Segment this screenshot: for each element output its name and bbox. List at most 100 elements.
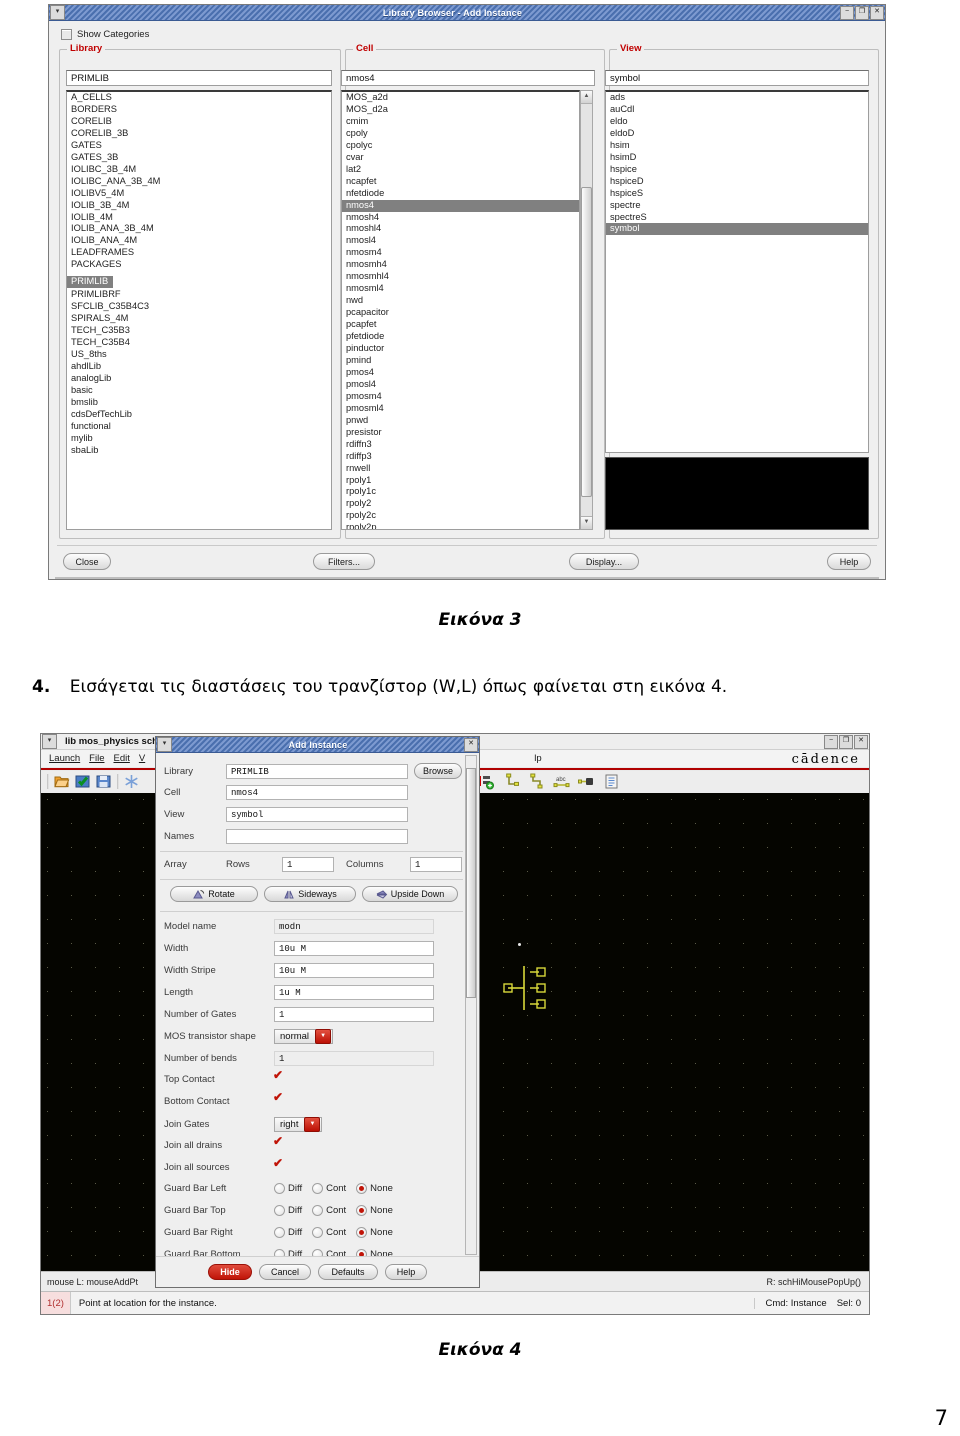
list-item[interactable]: basic <box>67 385 331 397</box>
list-item[interactable]: pcapfet <box>342 319 579 331</box>
list-item[interactable]: rpoly2p <box>342 522 579 529</box>
filters-button[interactable]: Filters... <box>313 553 375 570</box>
param-checkbox[interactable] <box>273 1090 290 1108</box>
add-instance-window-menu-icon[interactable]: ▾ <box>157 737 172 752</box>
add-instance-close-icon[interactable]: ✕ <box>464 737 478 752</box>
list-item[interactable]: eldo <box>606 116 868 128</box>
list-item[interactable]: pmosl4 <box>342 379 579 391</box>
snowflake-icon[interactable] <box>123 773 140 790</box>
sideways-button[interactable]: Sideways <box>264 886 356 902</box>
list-item[interactable]: nmosl4 <box>342 235 579 247</box>
radio-option[interactable]: Diff <box>274 1183 302 1194</box>
list-item[interactable]: IOLIB_ANA_3B_4M <box>67 223 331 235</box>
menu-help[interactable]: lp <box>534 753 541 764</box>
add-instance-scroll-thumb[interactable] <box>466 768 476 998</box>
list-item[interactable]: A_CELLS <box>67 92 331 104</box>
list-item[interactable]: lat2 <box>342 164 579 176</box>
list-item[interactable]: hsimD <box>606 152 868 164</box>
cell-list[interactable]: MOS_a2d MOS_d2a cmim cpoly cpolyc cvar lat2 nca… <box>341 90 580 530</box>
columns-input[interactable]: 1 <box>410 857 462 872</box>
schematic-minimize-icon[interactable]: − <box>824 734 838 749</box>
list-item[interactable]: rnwell <box>342 463 579 475</box>
param-input[interactable]: 1u M <box>274 985 434 1000</box>
list-item[interactable]: rpoly1c <box>342 486 579 498</box>
list-item[interactable]: hsim <box>606 140 868 152</box>
list-item[interactable]: hspiceD <box>606 176 868 188</box>
list-item[interactable]: mylib <box>67 433 331 445</box>
list-item[interactable]: symbol <box>606 223 868 236</box>
list-item[interactable]: IOLIB_3B_4M <box>67 200 331 212</box>
list-item[interactable]: pinductor <box>342 343 579 355</box>
rows-input[interactable]: 1 <box>282 857 334 872</box>
list-item[interactable]: GATES <box>67 140 331 152</box>
scroll-up-icon[interactable]: ▲ <box>581 91 592 104</box>
cell-list-scrollbar[interactable]: ▲ ▼ <box>580 90 593 530</box>
list-item[interactable]: cvar <box>342 152 579 164</box>
list-item[interactable]: IOLIB_ANA_4M <box>67 235 331 247</box>
library-list[interactable]: A_CELLS BORDERS CORELIB CORELIB_3B GATES GATE… <box>66 90 332 530</box>
list-item[interactable]: cdsDefTechLib <box>67 409 331 421</box>
maximize-icon[interactable]: ❐ <box>855 5 869 20</box>
list-item[interactable]: sbaLib <box>67 445 331 457</box>
param-combo[interactable]: normal ▼ <box>274 1029 334 1044</box>
list-item[interactable]: cmim <box>342 116 579 128</box>
hide-button[interactable]: Hide <box>208 1264 252 1280</box>
schematic-maximize-icon[interactable]: ❐ <box>839 734 853 749</box>
menu-view[interactable]: V <box>139 753 145 764</box>
list-item[interactable]: nwd <box>342 295 579 307</box>
list-item[interactable]: cpoly <box>342 128 579 140</box>
close-button[interactable]: Close <box>63 553 111 570</box>
list-item[interactable]: nmoshl4 <box>342 223 579 235</box>
add-wire-name-icon[interactable] <box>528 773 545 790</box>
list-item[interactable]: nmosm4 <box>342 247 579 259</box>
param-combo[interactable]: right ▼ <box>274 1117 323 1132</box>
list-item[interactable]: analogLib <box>67 373 331 385</box>
defaults-button[interactable]: Defaults <box>318 1264 378 1280</box>
list-item[interactable]: rpoly2 <box>342 498 579 510</box>
list-item[interactable]: nmosh4 <box>342 212 579 224</box>
list-item[interactable]: IOLIBC_3B_4M <box>67 164 331 176</box>
radio-option[interactable]: None <box>356 1227 393 1238</box>
radio-option[interactable]: None <box>356 1183 393 1194</box>
list-item[interactable]: rdiffp3 <box>342 451 579 463</box>
list-item[interactable]: nmosml4 <box>342 283 579 295</box>
list-item[interactable]: rdiffn3 <box>342 439 579 451</box>
list-item[interactable]: nmosmhl4 <box>342 271 579 283</box>
scroll-thumb[interactable] <box>581 187 592 497</box>
list-item[interactable]: pmind <box>342 355 579 367</box>
list-item[interactable]: nmosmh4 <box>342 259 579 271</box>
cancel-button[interactable]: Cancel <box>259 1264 311 1280</box>
param-input[interactable]: 10u M <box>274 941 434 956</box>
rotate-button[interactable]: Rotate <box>170 886 258 902</box>
view-list[interactable]: ads auCdl eldo eldoD hsim hsimD hspice hspiceD h… <box>605 90 869 453</box>
open-folder-icon[interactable] <box>53 773 70 790</box>
chevron-down-icon[interactable]: ▼ <box>304 1117 321 1132</box>
list-item[interactable]: TECH_C35B4 <box>67 337 331 349</box>
list-item[interactable]: pmosml4 <box>342 403 579 415</box>
list-item[interactable]: MOS_a2d <box>342 92 579 104</box>
list-item[interactable]: CORELIB_3B <box>67 128 331 140</box>
menu-launch[interactable]: Launch <box>49 753 80 764</box>
list-item[interactable]: IOLIB_4M <box>67 212 331 224</box>
list-item[interactable]: pcapacitor <box>342 307 579 319</box>
param-checkbox[interactable] <box>273 1068 290 1086</box>
display-button[interactable]: Display... <box>569 553 639 570</box>
save-icon[interactable] <box>95 773 112 790</box>
param-input[interactable]: 1 <box>274 1007 434 1022</box>
names-field-input[interactable] <box>226 829 408 844</box>
list-item[interactable]: SPIRALS_4M <box>67 313 331 325</box>
properties-icon[interactable] <box>603 773 620 790</box>
radio-option[interactable]: Cont <box>312 1205 346 1216</box>
library-field-input[interactable]: PRIMLIB <box>226 763 408 779</box>
param-checkbox[interactable] <box>273 1156 290 1174</box>
param-input[interactable]: 10u M <box>274 963 434 978</box>
library-filter-input[interactable]: PRIMLIB <box>66 70 332 86</box>
list-item[interactable]: functional <box>67 421 331 433</box>
list-item[interactable]: MOS_d2a <box>342 104 579 116</box>
close-icon[interactable]: ✕ <box>870 5 884 20</box>
list-item[interactable]: hspiceS <box>606 188 868 200</box>
list-item[interactable]: rpoly2c <box>342 510 579 522</box>
list-item[interactable]: cpolyc <box>342 140 579 152</box>
list-item[interactable]: spectre <box>606 200 868 212</box>
view-field-input[interactable]: symbol <box>226 807 408 822</box>
